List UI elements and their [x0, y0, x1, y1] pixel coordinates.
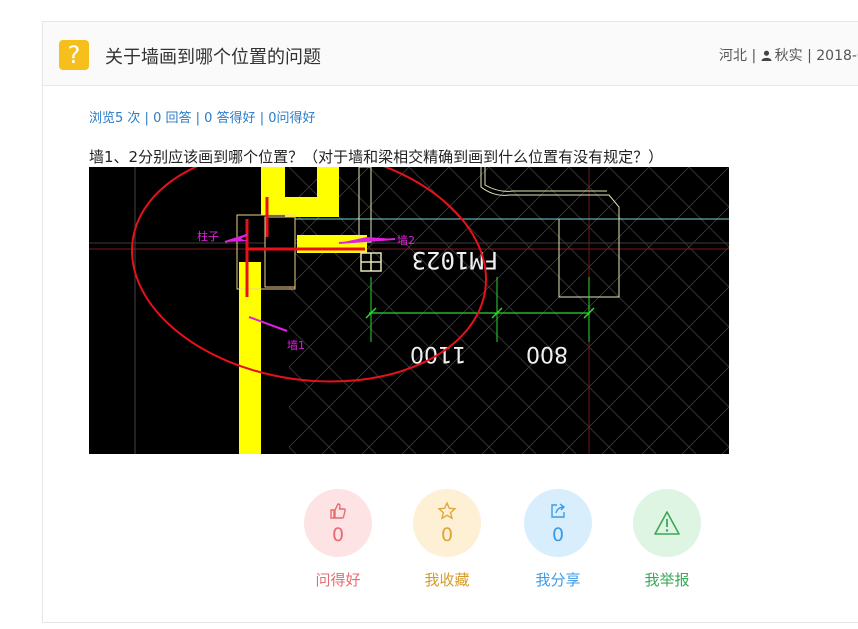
question-mark-icon: ?: [59, 40, 89, 70]
post-date: 2018-0: [816, 48, 858, 64]
share-button[interactable]: 0 我分享: [524, 489, 592, 590]
meta-separator: |: [751, 48, 757, 64]
share-circle[interactable]: 0: [524, 489, 592, 557]
thumbs-up-icon: [330, 502, 346, 519]
wall1-label: 墙1: [287, 338, 305, 352]
report-circle[interactable]: [633, 489, 701, 557]
question-stats: 浏览5 次 | 0 回答 | 0 答得好 | 0问得好: [89, 107, 316, 126]
region-label: 河北: [719, 48, 747, 64]
favorite-count: 0: [440, 523, 454, 546]
author-link[interactable]: 秋实: [775, 48, 803, 64]
views-count: 浏览5 次: [89, 111, 141, 126]
user-icon: [761, 50, 772, 61]
report-button[interactable]: 我举报: [633, 489, 701, 590]
question-header: ? 关于墙画到哪个位置的问题 河北 | 秋实 | 2018-0: [43, 22, 858, 86]
question-meta: 河北 | 秋实 | 2018-0: [719, 45, 858, 65]
stats-separator: |: [259, 111, 265, 126]
like-circle[interactable]: 0: [304, 489, 372, 557]
cad-drawing: FM1023 1100 800 柱子 墙2 墙1: [89, 167, 729, 454]
answers-count[interactable]: 0 回答: [153, 111, 191, 126]
question-title: 关于墙画到哪个位置的问题: [105, 47, 321, 68]
share-count: 0: [551, 523, 565, 546]
action-buttons: 0 问得好 0 我收藏 0 我分享 我举报: [304, 489, 704, 629]
question-likes-count: 0问得好: [268, 111, 316, 126]
cad-screenshot-image[interactable]: FM1023 1100 800 柱子 墙2 墙1: [89, 167, 729, 454]
favorite-button[interactable]: 0 我收藏: [413, 489, 481, 590]
column-label: 柱子: [197, 229, 219, 243]
like-question-button[interactable]: 0 问得好: [304, 489, 372, 590]
warning-icon: [654, 511, 680, 535]
question-card: ? 关于墙画到哪个位置的问题 河北 | 秋实 | 2018-0 浏览5 次 | …: [42, 21, 858, 623]
star-icon: [437, 500, 457, 520]
like-label: 问得好: [315, 571, 361, 589]
like-count: 0: [331, 523, 345, 546]
wall2-label: 墙2: [397, 233, 415, 247]
favorite-label: 我收藏: [424, 571, 470, 589]
stats-separator: |: [195, 111, 201, 126]
stats-separator: |: [144, 111, 149, 126]
question-body: 墙1、2分别应该画到哪个位置？（对于墙和梁相交精确到画到什么位置有没有规定？）: [89, 148, 664, 166]
share-label: 我分享: [535, 571, 581, 589]
favorite-circle[interactable]: 0: [413, 489, 481, 557]
answer-likes-count: 0 答得好: [204, 111, 256, 126]
dimension-800-label: 800: [526, 341, 568, 366]
dimension-1100-label: 1100: [410, 341, 466, 366]
share-icon: [551, 502, 566, 518]
report-label: 我举报: [644, 571, 690, 589]
meta-separator: |: [807, 48, 812, 64]
